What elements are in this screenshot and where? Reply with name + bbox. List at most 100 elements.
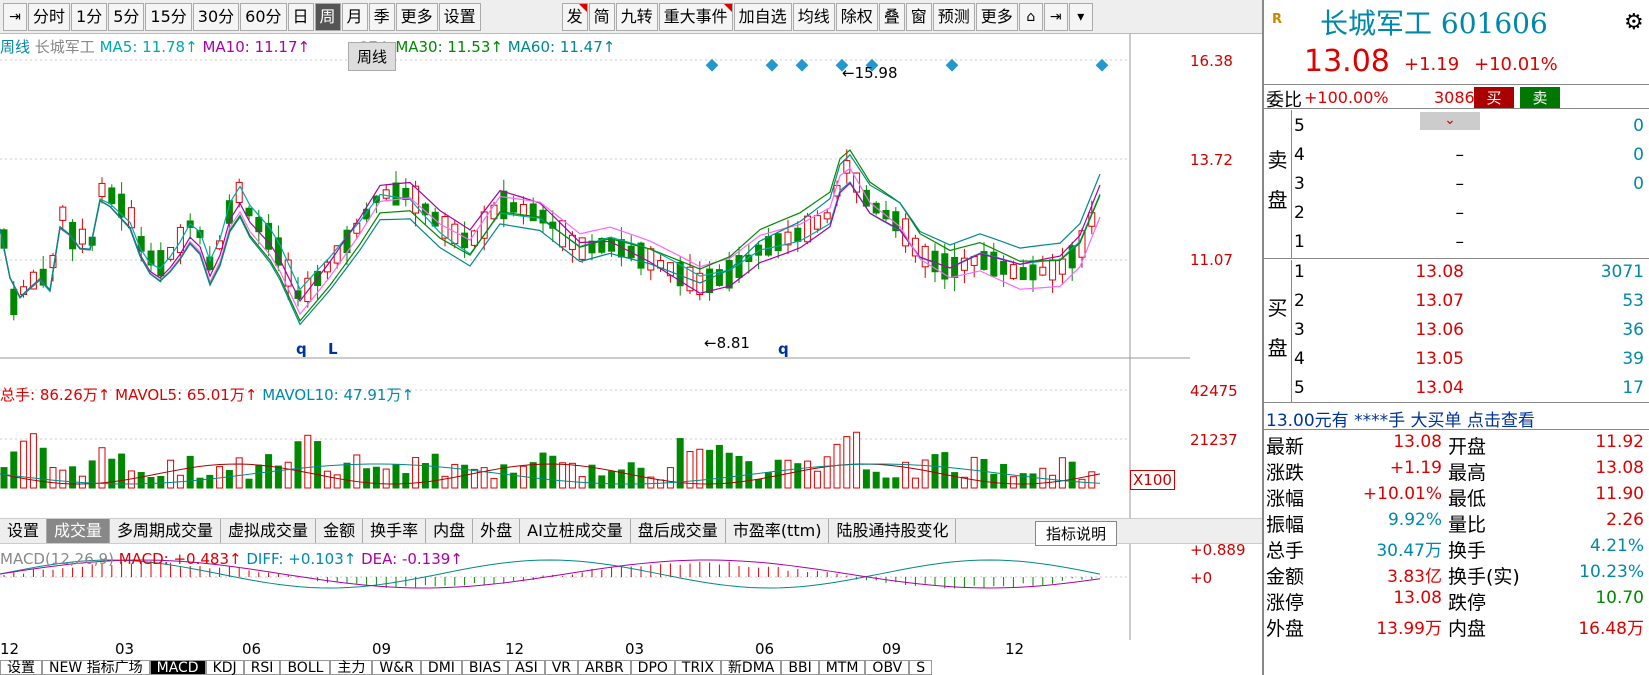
volume-bar <box>1078 478 1086 489</box>
macd-tick: +0.889 <box>1190 541 1246 559</box>
volume-tab-1[interactable]: 成交量 <box>47 519 111 543</box>
candle-body <box>1000 260 1008 275</box>
candle-body <box>147 250 155 266</box>
volume-bar <box>657 479 665 489</box>
period-2-button[interactable]: 5分 <box>108 2 145 31</box>
period-tooltip: 周线 <box>348 42 397 71</box>
indicator-help-button[interactable]: 指标说明 <box>1035 521 1118 546</box>
volume-tab-6[interactable]: 内盘 <box>426 519 474 543</box>
period-10-button[interactable]: 更多 <box>395 2 438 31</box>
volume-bar <box>735 455 743 489</box>
volume-bar <box>245 478 253 489</box>
indicator-tab-13[interactable]: DPO <box>630 660 675 675</box>
period-11-button[interactable]: 设置 <box>438 2 481 31</box>
volume-bar <box>676 438 684 489</box>
quote-panel: R 长城军工 601606 ⚙ 13.08 +1.19 +10.01% 委比 +… <box>1262 0 1649 675</box>
period-5-button[interactable]: 60分 <box>240 2 287 31</box>
tool-7-button[interactable]: 叠 <box>878 2 905 31</box>
indicator-tab-6[interactable]: 主力 <box>330 660 373 675</box>
tool-0-button[interactable]: 发 <box>561 2 588 31</box>
volume-tab-2[interactable]: 多周期成交量 <box>110 519 222 543</box>
candle-body <box>1029 264 1037 281</box>
volume-tab-10[interactable]: 市盈率(ttm) <box>726 519 830 543</box>
volume-tab-9[interactable]: 盘后成交量 <box>631 519 726 543</box>
period-7-button[interactable]: 周 <box>314 2 341 31</box>
volume-bar <box>666 467 674 489</box>
candle-body <box>451 223 459 245</box>
tool-4-button[interactable]: 加自选 <box>733 2 792 31</box>
volume-bar <box>706 449 714 489</box>
volume-bar <box>470 468 478 489</box>
volume-bar <box>921 459 929 489</box>
gear-icon[interactable]: ⚙ <box>1624 10 1644 35</box>
volume-bar <box>813 470 821 489</box>
indicator-tab-14[interactable]: TRIX <box>674 660 721 675</box>
indicator-tab-12[interactable]: ARBR <box>578 660 631 675</box>
period-9-button[interactable]: 季 <box>368 2 395 31</box>
tool-9-button[interactable]: 预测 <box>932 2 975 31</box>
volume-bar <box>1058 457 1066 489</box>
tool-10-button[interactable]: 更多 <box>975 2 1018 31</box>
volume-bar <box>892 477 900 489</box>
period-1-button[interactable]: 1分 <box>71 2 108 31</box>
indicator-tab-9[interactable]: BIAS <box>461 660 509 675</box>
volume-bar <box>157 475 165 489</box>
volume-tab-0[interactable]: 设置 <box>0 519 48 543</box>
tool-2-button[interactable]: 九转 <box>615 2 658 31</box>
collapse-icon[interactable]: ⌄ <box>1420 112 1480 130</box>
tool-3-button[interactable]: 重大事件 <box>658 2 733 31</box>
tool-5-button[interactable]: 均线 <box>792 2 835 31</box>
indicator-tab-15[interactable]: 新DMA <box>720 660 782 675</box>
indicator-tab-8[interactable]: DMI <box>420 660 462 675</box>
indicator-tab-3[interactable]: KDJ <box>205 660 244 675</box>
volume-tab-11[interactable]: 陆股通持股变化 <box>829 519 957 543</box>
sell-button[interactable]: 卖 <box>1520 87 1560 108</box>
tool-8-button[interactable]: 窗 <box>905 2 932 31</box>
indicator-tab-19[interactable]: S <box>909 660 933 675</box>
period-8-button[interactable]: 月 <box>341 2 368 31</box>
volume-bar <box>559 462 567 489</box>
indicator-tab-11[interactable]: VR <box>544 660 579 675</box>
candle-body <box>774 233 782 252</box>
indicator-tab-10[interactable]: ASI <box>508 660 545 675</box>
indicator-tab-0[interactable]: 设置 <box>0 660 42 675</box>
buy-button[interactable]: 买 <box>1474 87 1514 108</box>
period-toolbar: ⇥ 分时 1分 5分 15分 30分 60分日周月季更多 设置 发简九转 重大事件 加自选 均线除… <box>0 0 1262 34</box>
period-4-button[interactable]: 30分 <box>192 2 240 31</box>
candle-body <box>813 215 821 230</box>
back-icon[interactable]: ⇥ <box>3 2 27 31</box>
volume-tab-5[interactable]: 换手率 <box>363 519 427 543</box>
volume-tab-7[interactable]: 外盘 <box>473 519 521 543</box>
indicator-tab-18[interactable]: OBV <box>865 660 910 675</box>
period-3-button[interactable]: 15分 <box>145 2 192 31</box>
volume-bar <box>431 453 439 489</box>
big-buy-link[interactable]: 13.00元有 ****手 大买单 点击查看 <box>1264 402 1649 430</box>
volume-bar <box>147 476 155 489</box>
period-6-button[interactable]: 日 <box>287 2 314 31</box>
lock-icon[interactable]: ⌂ <box>1018 2 1043 31</box>
x-tick: 12 <box>1005 640 1025 658</box>
indicator-tab-1[interactable]: NEW 指标广场 <box>42 660 150 675</box>
candle-body <box>382 189 390 199</box>
indicator-tab-17[interactable]: MTM <box>818 660 866 675</box>
period-0-button[interactable]: 分时 <box>28 2 71 31</box>
tool-6-button[interactable]: 除权 <box>835 2 878 31</box>
indicator-tab-4[interactable]: RSI <box>243 660 281 675</box>
volume-tab-3[interactable]: 虚拟成交量 <box>221 519 317 543</box>
volume-bar <box>549 455 557 489</box>
indicator-tab-5[interactable]: BOLL <box>280 660 331 675</box>
ma-line <box>0 153 1101 326</box>
skip-icon[interactable]: ⇥ <box>1043 2 1068 31</box>
volume-tab-4[interactable]: 金额 <box>316 519 364 543</box>
volume-bar <box>0 467 8 489</box>
tool-1-button[interactable]: 简 <box>588 2 615 31</box>
dropdown-icon[interactable]: ▾ <box>1068 2 1093 31</box>
indicator-tab-7[interactable]: W&R <box>372 660 421 675</box>
volume-bar <box>49 467 57 489</box>
indicator-tab-2[interactable]: MACD <box>149 660 206 675</box>
volume-bar <box>314 441 322 489</box>
indicator-tab-16[interactable]: BBI <box>781 660 819 675</box>
candle-body <box>823 212 831 220</box>
signal-diamond <box>705 58 719 72</box>
volume-tab-8[interactable]: AI立桩成交量 <box>520 519 631 543</box>
